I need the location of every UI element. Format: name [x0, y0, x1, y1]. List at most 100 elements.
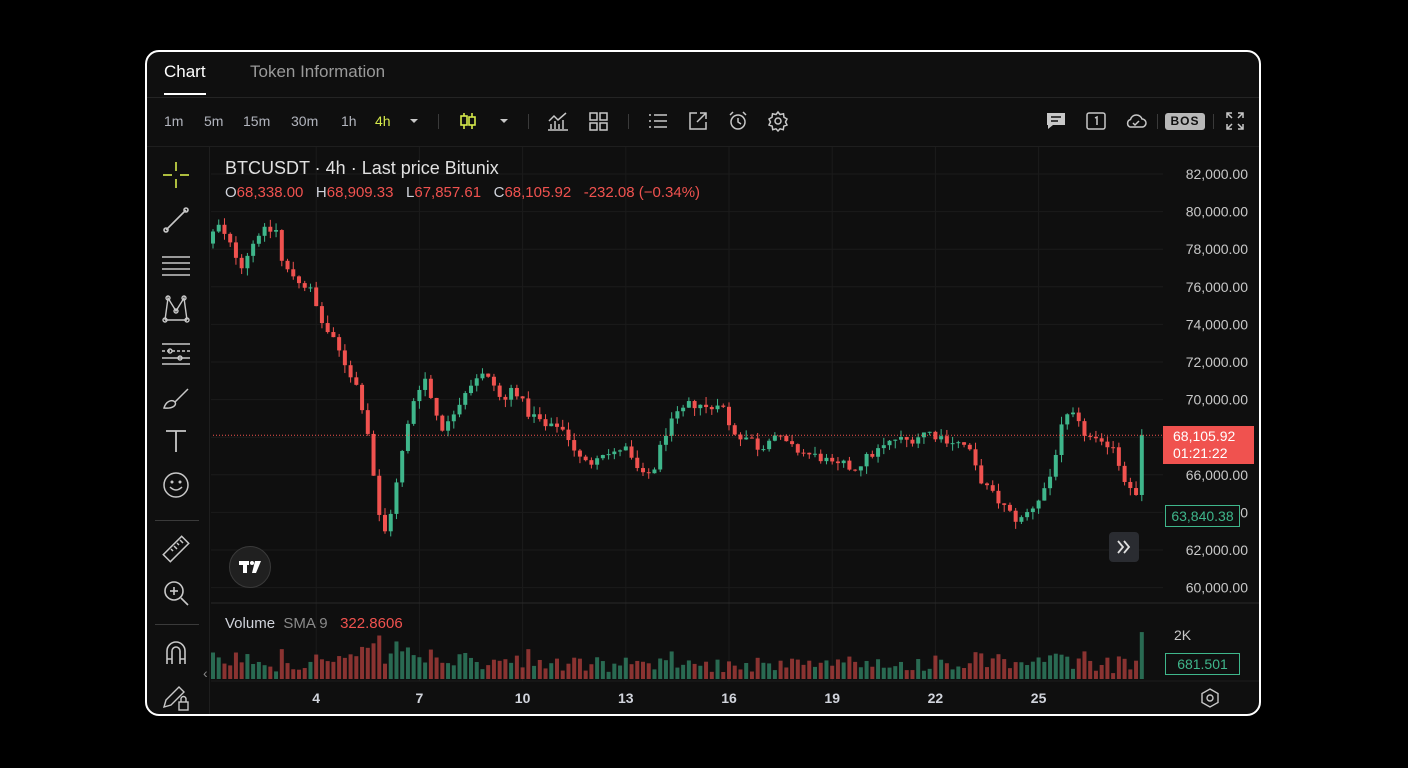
candle-body: [463, 393, 468, 405]
volume-bar: [239, 662, 244, 679]
candle-body: [394, 482, 399, 514]
volume-bar: [635, 660, 640, 679]
candle-body: [319, 306, 324, 324]
volume-bar: [560, 670, 565, 679]
volume-bar: [297, 669, 301, 679]
volume-bar: [1013, 662, 1018, 679]
candle-body: [457, 404, 462, 415]
candle-body: [858, 466, 863, 471]
candle-body: [417, 389, 422, 402]
candle-body: [761, 449, 766, 451]
volume-bar: [1042, 661, 1047, 679]
scroll-left-icon[interactable]: ‹: [203, 665, 208, 681]
candle-body: [325, 323, 330, 333]
candle-body: [658, 444, 663, 470]
candle-body: [1093, 436, 1098, 439]
candle-body: [646, 472, 651, 474]
volume-bar: [1099, 664, 1104, 679]
volume-bar: [411, 655, 416, 679]
candle-body: [262, 226, 267, 236]
candle-body: [1134, 488, 1139, 495]
volume-bar: [365, 647, 370, 679]
candle-body: [767, 440, 772, 450]
volume-bar: [1007, 668, 1012, 679]
volume-bar: [331, 661, 336, 679]
volume-bar: [1071, 668, 1075, 679]
close-label: C: [493, 184, 505, 201]
candle-body: [354, 377, 359, 385]
volume-bar: [1122, 658, 1127, 679]
candle-body: [520, 396, 525, 399]
candle-body: [899, 437, 903, 440]
volume-bar: [1030, 661, 1035, 679]
volume-bar: [790, 658, 795, 679]
volume-bar: [663, 660, 668, 679]
candle-body: [537, 414, 542, 420]
candle-body: [1007, 504, 1012, 511]
candle-body: [1059, 424, 1064, 455]
volume-bar: [921, 670, 926, 679]
candle-body: [371, 433, 376, 476]
candle-body: [950, 443, 955, 445]
tradingview-logo[interactable]: [229, 546, 271, 588]
sma-label: SMA 9: [283, 615, 328, 632]
volume-bar: [434, 657, 439, 679]
volume-bar: [1116, 656, 1121, 679]
candle-body: [491, 376, 496, 386]
time-tick-label: 22: [928, 690, 944, 706]
candle-body: [411, 401, 416, 424]
volume-bar: [738, 669, 743, 679]
time-tick-label: 7: [416, 690, 424, 706]
price-tick-label: 66,000.00: [1186, 467, 1248, 483]
volume-bar: [686, 660, 691, 679]
volume-bar: [910, 670, 915, 679]
scroll-to-realtime-button[interactable]: [1109, 532, 1139, 562]
volume-bar: [996, 654, 1001, 679]
candle-body: [400, 450, 405, 483]
candle-body: [1013, 510, 1018, 522]
candle-body: [807, 452, 812, 455]
candle-body: [830, 457, 835, 462]
candle-body: [893, 439, 898, 441]
volume-bar: [732, 665, 737, 679]
candle-body: [526, 398, 531, 417]
axis-settings-icon[interactable]: [1201, 688, 1219, 708]
candle-body: [944, 436, 949, 444]
volume-bar: [916, 659, 921, 679]
volume-bar: [274, 671, 279, 679]
time-axis[interactable]: 4 7 10 13 16 19 22 25: [312, 690, 1046, 706]
candle-body: [927, 431, 932, 433]
volume-bar: [904, 670, 909, 679]
candle-body: [962, 442, 967, 445]
volume-bar: [337, 656, 342, 679]
volume-bar: [520, 667, 525, 679]
candle-body: [973, 449, 978, 466]
candle-body: [342, 350, 347, 366]
candle-body: [428, 378, 433, 398]
chart-grid: [211, 147, 1163, 681]
candle-body: [795, 444, 800, 453]
candle-body: [1099, 438, 1104, 442]
candle-body: [302, 283, 307, 288]
volume-bar: [360, 646, 365, 679]
volume-bar: [612, 663, 617, 679]
volume-bar: [457, 654, 462, 679]
candle-body: [692, 401, 697, 409]
volume-bar: [944, 663, 949, 679]
candle-body: [222, 224, 227, 234]
volume-bar: [400, 651, 405, 679]
volume-bar: [417, 657, 422, 679]
volume-bar: [813, 666, 817, 679]
volume-bar: [394, 641, 399, 679]
candle-body: [245, 255, 250, 269]
candle-body: [715, 405, 720, 410]
candle-body: [279, 230, 284, 261]
price-tick-label: 62,000.00: [1186, 542, 1248, 558]
volume-bar: [1076, 658, 1081, 679]
volume-bar: [342, 657, 347, 679]
candle-body: [755, 438, 760, 450]
price-axis[interactable]: 82,000.00 80,000.00 78,000.00 76,000.00 74,0…: [1186, 166, 1248, 596]
volume-bar: [572, 657, 577, 679]
candle-body: [618, 450, 623, 452]
volume-bar: [1082, 651, 1087, 679]
